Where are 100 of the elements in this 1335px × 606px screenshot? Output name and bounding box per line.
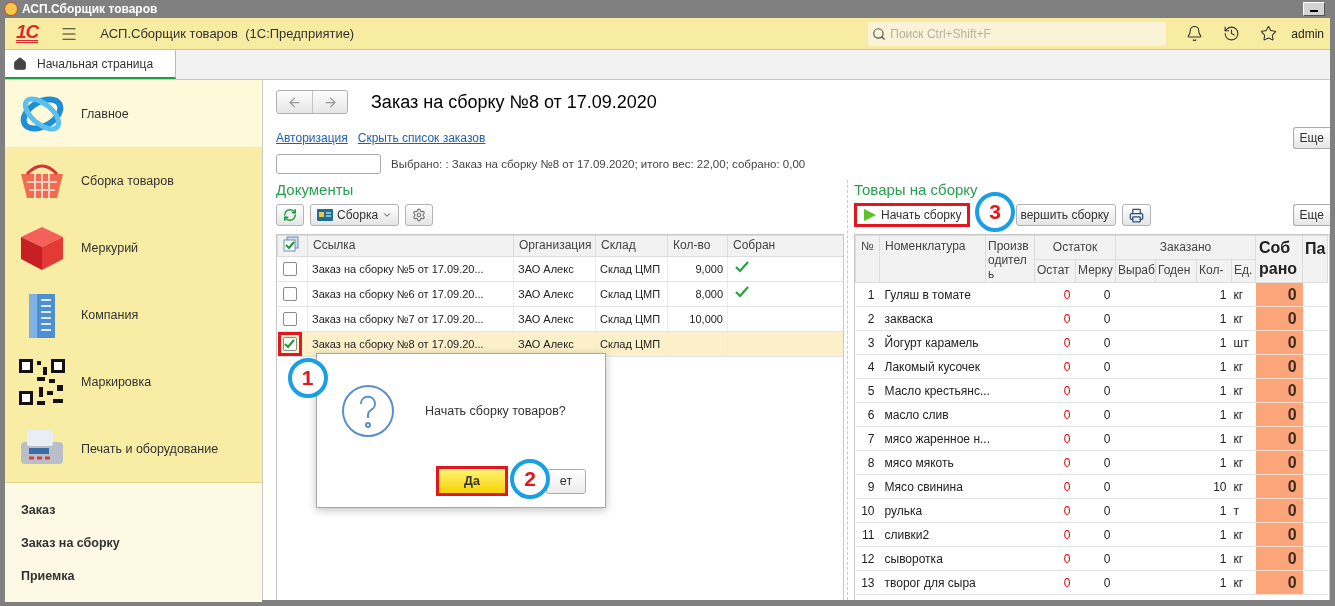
table-cell: 1 (1196, 498, 1232, 523)
sidebar-link[interactable]: Приемка (21, 569, 262, 602)
table-cell: Заказ на сборку №5 от 17.09.20... (307, 256, 514, 282)
table-cell: 0 (1255, 426, 1303, 451)
table-cell: 0 (1034, 402, 1076, 427)
more-button[interactable]: Еще (1292, 127, 1330, 149)
table-cell: 3 (855, 330, 880, 355)
section-title: Документы (276, 180, 355, 200)
minimize-button[interactable] (1303, 2, 1325, 16)
table-cell: закваска (879, 306, 986, 331)
input-field[interactable] (276, 154, 381, 174)
finish-button[interactable]: вершить сборку (1016, 204, 1117, 226)
logo: 1С (16, 24, 39, 43)
table-cell: творог для сыра (879, 570, 986, 595)
table-cell: 0 (1255, 474, 1303, 499)
dropdown-button[interactable]: Сборка (310, 204, 400, 226)
sidebar-item[interactable]: Главное (5, 80, 262, 147)
yes-button[interactable]: Да (436, 466, 508, 496)
refresh-button[interactable] (276, 204, 304, 226)
table-cell: 13 (855, 570, 880, 595)
column-header[interactable]: Ссылка (307, 235, 514, 257)
table-cell: кг (1231, 306, 1256, 331)
card-icon (317, 209, 333, 221)
settings-button[interactable] (405, 204, 434, 226)
table-cell: кг (1231, 450, 1256, 475)
print-button[interactable] (1122, 204, 1152, 226)
table-cell: ЗАО Алекс (513, 281, 596, 307)
table-cell: 9 (855, 474, 880, 499)
table-cell: кг (1231, 402, 1256, 427)
column-header[interactable]: Организация (513, 235, 596, 257)
column-header[interactable]: Номенклатура (879, 235, 986, 283)
column-header[interactable]: Собран (727, 235, 843, 257)
table-cell: Йогурт карамель (879, 330, 986, 355)
bell-icon[interactable] (1186, 25, 1204, 42)
table-cell: 0 (1034, 306, 1076, 331)
table-cell: 0 (1075, 498, 1116, 523)
table-cell: 10,000 (667, 306, 728, 332)
link[interactable]: Скрыть список заказов (357, 131, 486, 145)
table-cell: кг (1231, 426, 1256, 451)
table-cell: 0 (1075, 474, 1116, 499)
play-icon (863, 208, 877, 222)
form-title: Заказ на сборку №8 от 17.09.2020 (371, 91, 657, 113)
table-cell: кг (1231, 354, 1256, 379)
table-cell: 0 (1255, 282, 1303, 307)
column-header[interactable]: № (855, 235, 880, 283)
table-cell: Гуляш в томате (879, 282, 986, 307)
user-name[interactable]: admin (1291, 26, 1324, 41)
tab[interactable]: Начальная страница (5, 50, 176, 79)
column-header[interactable]: Па (1302, 235, 1328, 283)
app-icon (4, 2, 18, 16)
table-cell: 8 (855, 450, 880, 475)
column-header[interactable]: Кол-во (667, 235, 728, 257)
history-icon[interactable] (1223, 25, 1241, 42)
qr-code-icon (17, 356, 67, 407)
checkbox[interactable] (282, 336, 297, 351)
sidebar-link[interactable]: Заказ на сборку (21, 536, 262, 569)
more-button[interactable]: Еще (1292, 204, 1330, 226)
column-header[interactable]: Произв одитель (985, 235, 1035, 283)
table-cell: 10 (855, 498, 880, 523)
table-cell: сливки2 (879, 522, 986, 547)
start-button[interactable]: Начать сборку (854, 203, 971, 227)
table-cell: кг (1231, 282, 1256, 307)
table-cell: Склад ЦМП (595, 281, 668, 307)
table-cell: 0 (1034, 354, 1076, 379)
column-header[interactable]: Склад (595, 235, 668, 257)
table-cell: кг (1231, 474, 1256, 499)
arrow-right-icon (322, 94, 338, 110)
table-cell: 0 (1034, 522, 1076, 547)
column-header[interactable]: Соб рано (1255, 235, 1303, 283)
column-header: Заказано (1115, 235, 1256, 260)
table-cell: 0 (1255, 570, 1303, 595)
table-cell: 2 (855, 306, 880, 331)
table-cell: 0 (1034, 330, 1076, 355)
checkbox[interactable] (282, 286, 297, 301)
sidebar-link[interactable]: Заказ (21, 503, 262, 536)
checkbox[interactable] (282, 261, 297, 276)
table-cell: 0 (1034, 570, 1076, 595)
callout-badge: 1 (287, 357, 328, 398)
table-cell: ЗАО Алекс (513, 256, 596, 282)
table-cell: Склад ЦМП (595, 306, 668, 332)
table-cell: 1 (1196, 282, 1232, 307)
star-icon[interactable] (1260, 25, 1278, 42)
checkbox[interactable] (282, 311, 297, 326)
select-all-icon[interactable] (283, 236, 299, 252)
no-button[interactable]: ет (546, 468, 586, 494)
table-cell: 0 (1255, 522, 1303, 547)
table-cell: 0 (1075, 330, 1116, 355)
search-field[interactable]: Поиск Ctrl+Shift+F (868, 21, 1167, 46)
table-cell: ЗАО Алекс (513, 306, 596, 332)
table-cell: 0 (1255, 402, 1303, 427)
table-cell: 6 (855, 402, 880, 427)
table-cell: Заказ на сборку №7 от 17.09.20... (307, 306, 514, 332)
printer-icon (1129, 207, 1145, 223)
table-cell: 0 (1255, 330, 1303, 355)
link[interactable]: Авторизация (276, 131, 348, 145)
table-cell: 0 (1255, 306, 1303, 331)
app-title: АСП.Сборщик товаров (1С:Предприятие) (100, 26, 355, 41)
table-cell: кг (1231, 570, 1256, 595)
selection-summary: Выбрано: : Заказ на сборку №8 от 17.09.2020; итого вес: 22,00; собрано: 0,00 (391, 158, 806, 170)
table-cell: 7 (855, 426, 880, 451)
